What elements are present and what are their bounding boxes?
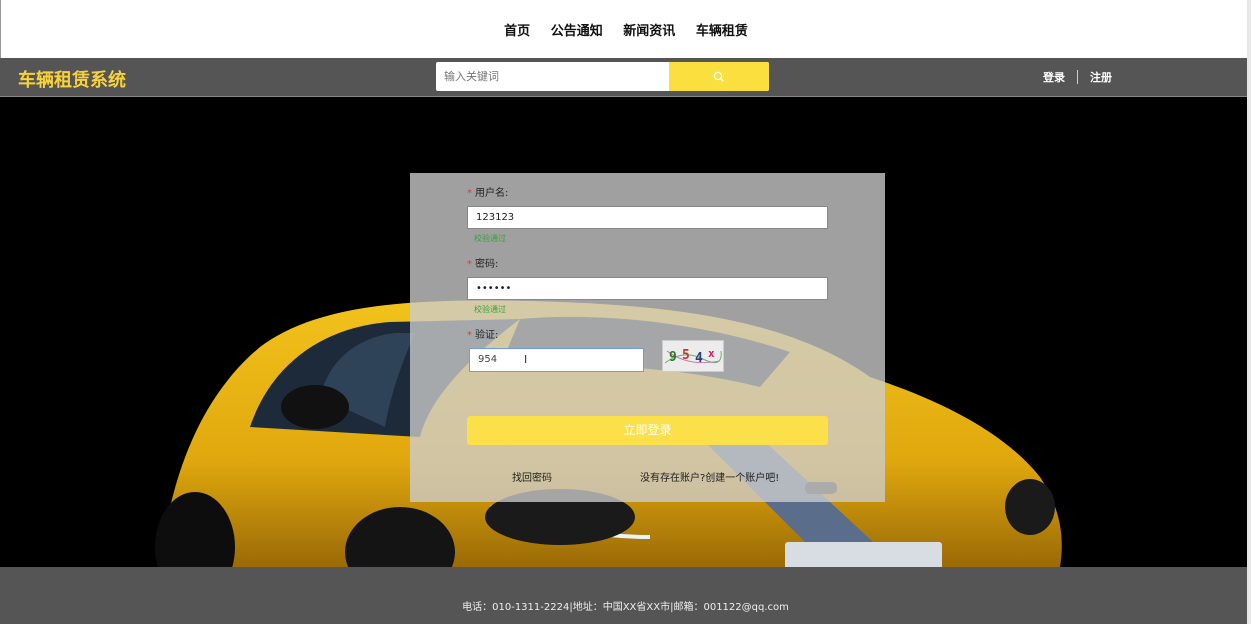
username-status: 校验通过	[474, 234, 506, 243]
nav-item-news[interactable]: 新闻资讯	[623, 20, 675, 39]
captcha-label: * 验证:	[467, 330, 499, 341]
divider	[1077, 70, 1078, 84]
username-field[interactable]: 123123	[467, 206, 828, 229]
password-label: * 密码:	[467, 259, 499, 270]
login-link[interactable]: 登录	[1043, 69, 1065, 85]
auth-links: 登录 注册	[1043, 69, 1112, 85]
login-form: * 用户名: 123123 校验通过 * 密码: •••••• 校验通过 * 验证: …	[410, 173, 885, 502]
nav-item-notices[interactable]: 公告通知	[551, 20, 603, 39]
svg-text:x: x	[708, 347, 715, 360]
captcha-image[interactable]: 9 5 4 x	[662, 340, 724, 372]
forgot-password-link[interactable]: 找回密码	[512, 469, 552, 484]
nav-item-rental[interactable]: 车辆租赁	[696, 20, 748, 39]
search-button[interactable]	[669, 62, 769, 91]
footer: 电话：010-1311-2224|地址：中国XX省XX市|邮箱：001122@q…	[0, 567, 1251, 624]
register-link[interactable]: 注册	[1090, 69, 1112, 85]
site-title: 车辆租赁系统	[18, 70, 126, 91]
search-box	[436, 62, 769, 91]
svg-text:5: 5	[682, 348, 690, 363]
scrollbar[interactable]	[1247, 0, 1251, 624]
username-label: * 用户名:	[467, 188, 509, 199]
header-bar: 车辆租赁系统 登录 注册	[0, 58, 1251, 97]
svg-text:4: 4	[695, 351, 703, 366]
top-nav: 首页 公告通知 新闻资讯 车辆租赁	[0, 0, 1251, 58]
nav-item-home[interactable]: 首页	[504, 20, 530, 39]
captcha-char: 9	[669, 350, 677, 365]
footer-contact: 电话：010-1311-2224|地址：中国XX省XX市|邮箱：001122@q…	[462, 602, 789, 613]
password-status: 校验通过	[474, 305, 506, 314]
captcha-input[interactable]: 954	[469, 348, 644, 372]
nav-links: 首页 公告通知 新闻资讯 车辆租赁	[1, 20, 1251, 39]
login-button[interactable]: 立即登录	[467, 416, 828, 445]
create-account-link[interactable]: 没有存在账户?创建一个账户吧!	[640, 469, 779, 484]
search-input[interactable]	[436, 62, 668, 91]
text-cursor-icon: I	[524, 353, 528, 366]
password-field[interactable]: ••••••	[467, 277, 828, 300]
search-icon	[713, 71, 724, 82]
